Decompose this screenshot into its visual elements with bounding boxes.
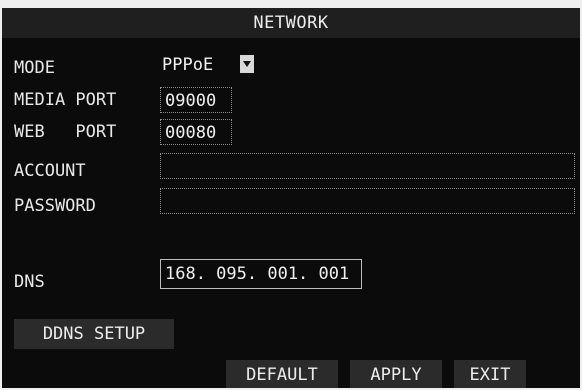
web-port-label: WEB PORT	[14, 122, 117, 142]
media-port-label: MEDIA PORT	[14, 90, 117, 110]
dns-label: DNS	[14, 272, 45, 292]
chevron-down-icon[interactable]	[240, 55, 254, 73]
media-port-field[interactable]: 09000	[160, 87, 232, 113]
ddns-setup-button[interactable]: DDNS SETUP	[14, 319, 174, 349]
account-field[interactable]	[160, 153, 575, 179]
password-label: PASSWORD	[14, 196, 96, 216]
dns-field[interactable]: 168. 095. 001. 001	[160, 259, 362, 289]
mode-label: MODE	[14, 58, 55, 78]
apply-button[interactable]: APPLY	[350, 360, 442, 388]
default-button[interactable]: DEFAULT	[226, 360, 338, 388]
account-label: ACCOUNT	[14, 161, 86, 181]
dialog-title: NETWORK	[2, 8, 580, 38]
web-port-field[interactable]: 00080	[160, 119, 232, 145]
network-dialog: NETWORK MODE PPPoE MEDIA PORT 09000 WEB …	[2, 8, 580, 388]
password-field[interactable]	[160, 188, 575, 214]
mode-value: PPPoE	[162, 55, 214, 75]
exit-button[interactable]: EXIT	[454, 360, 526, 388]
